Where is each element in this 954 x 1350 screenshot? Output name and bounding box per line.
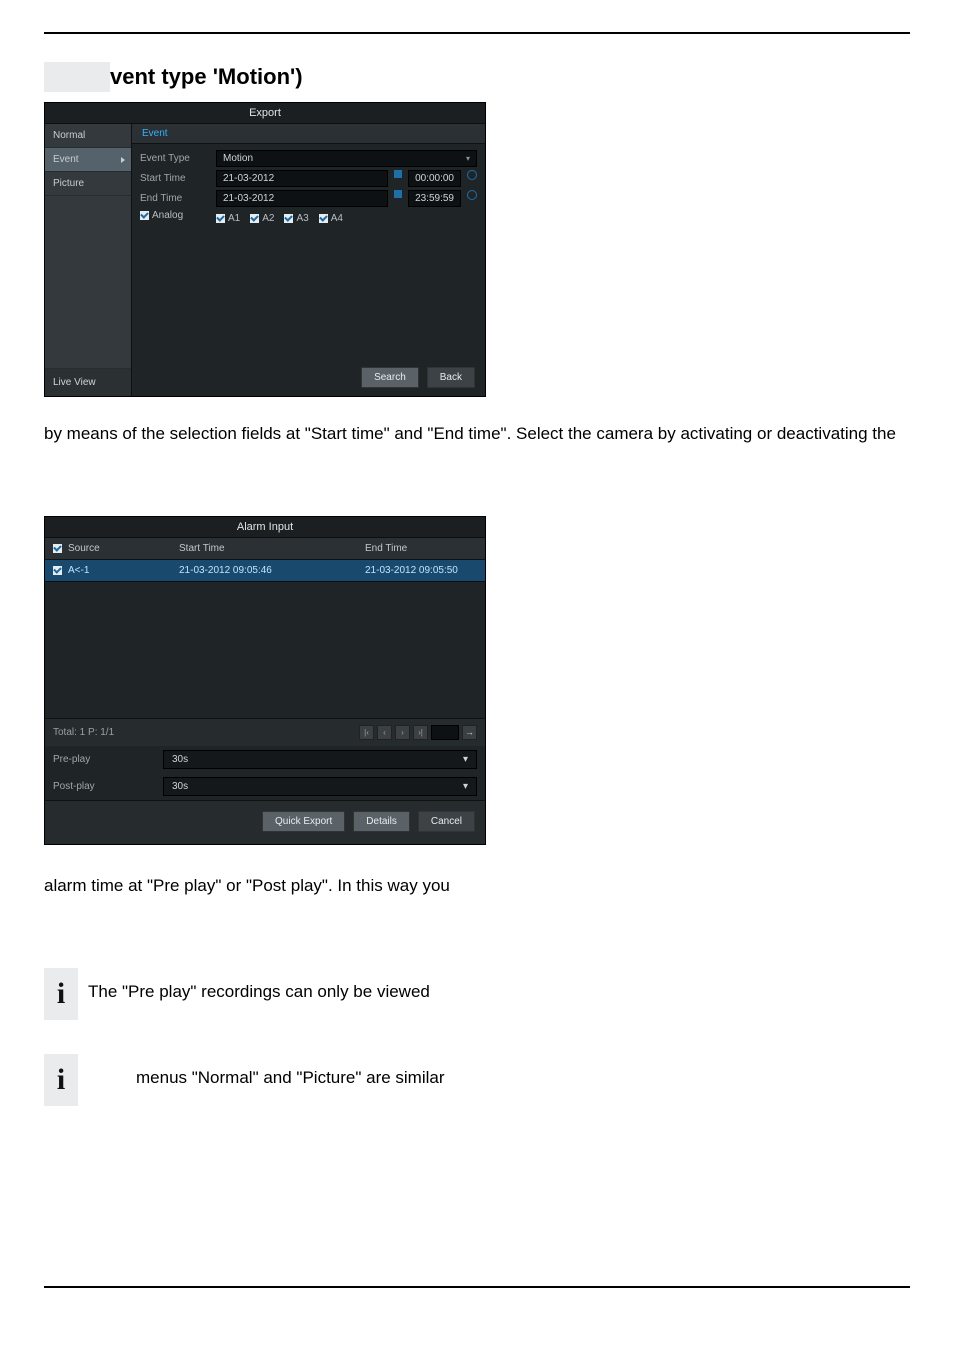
input-end-time[interactable]: 23:59:59 xyxy=(408,190,461,207)
checkbox-select-all[interactable] xyxy=(53,544,62,553)
start-date-value: 21-03-2012 xyxy=(223,173,274,184)
pager-last[interactable]: ›| xyxy=(413,725,428,740)
alarm-window-title: Alarm Input xyxy=(45,517,485,538)
pager-page-input[interactable] xyxy=(431,725,459,740)
info-icon: i xyxy=(44,968,78,1020)
checkbox-a3[interactable]: A3 xyxy=(284,213,308,224)
export-window-title: Export xyxy=(45,103,485,124)
select-event-type-value: Motion xyxy=(223,153,253,164)
pager: |‹ ‹ › ›| → xyxy=(359,725,477,740)
details-button[interactable]: Details xyxy=(353,811,410,832)
select-post-play[interactable]: 30s ▾ xyxy=(163,777,477,796)
export-sidebar: Normal Event Picture Live View xyxy=(45,124,132,396)
body-text-1: by means of the selection fields at "Sta… xyxy=(44,423,910,446)
alarm-table-header: Source Start Time End Time xyxy=(45,538,485,560)
pager-next[interactable]: › xyxy=(395,725,410,740)
label-post-play: Post-play xyxy=(53,781,163,792)
cell-end-time: 21-03-2012 09:05:50 xyxy=(357,560,485,581)
clock-icon[interactable] xyxy=(467,190,477,200)
label-end-time: End Time xyxy=(140,193,210,204)
cell-start-time: 21-03-2012 09:05:46 xyxy=(171,560,357,581)
export-tabrow: Event xyxy=(132,124,485,144)
heading-grey-swatch xyxy=(44,62,110,92)
body-text-2: alarm time at "Pre play" or "Post play".… xyxy=(44,875,910,898)
checkbox-a4[interactable]: A4 xyxy=(319,213,343,224)
col-end-time: End Time xyxy=(357,538,485,559)
info-icon: i xyxy=(44,1054,78,1106)
post-play-value: 30s xyxy=(172,781,188,792)
info-note-1-text: The "Pre play" recordings can only be vi… xyxy=(88,968,430,1002)
end-date-value: 21-03-2012 xyxy=(223,193,274,204)
label-event-type: Event Type xyxy=(140,153,210,164)
quick-export-button[interactable]: Quick Export xyxy=(262,811,345,832)
back-button[interactable]: Back xyxy=(427,367,475,388)
select-event-type[interactable]: Motion ▾ xyxy=(216,150,477,167)
col-source: Source xyxy=(68,543,100,554)
heading-text: vent type 'Motion') xyxy=(110,62,303,90)
heading-row: vent type 'Motion') xyxy=(44,62,910,92)
calendar-icon[interactable] xyxy=(394,190,402,198)
label-start-time: Start Time xyxy=(140,173,210,184)
select-pre-play[interactable]: 30s ▾ xyxy=(163,750,477,769)
info-note-1: i The "Pre play" recordings can only be … xyxy=(44,968,910,1020)
top-rule xyxy=(44,32,910,34)
info-note-2-text: menus "Normal" and "Picture" are similar xyxy=(88,1054,445,1088)
sidebar-item-normal[interactable]: Normal xyxy=(45,124,131,148)
tab-event[interactable]: Event xyxy=(132,124,178,143)
sidebar-item-picture[interactable]: Picture xyxy=(45,172,131,196)
info-note-2: i menus "Normal" and "Picture" are simil… xyxy=(44,1054,910,1106)
cancel-button[interactable]: Cancel xyxy=(418,811,475,832)
pre-play-value: 30s xyxy=(172,754,188,765)
label-analog: Analog xyxy=(152,210,183,221)
input-start-date[interactable]: 21-03-2012 xyxy=(216,170,388,187)
calendar-icon[interactable] xyxy=(394,170,402,178)
input-start-time[interactable]: 00:00:00 xyxy=(408,170,461,187)
alarm-table-row[interactable]: A<-1 21-03-2012 09:05:46 21-03-2012 09:0… xyxy=(45,560,485,582)
chevron-down-icon: ▾ xyxy=(463,754,468,765)
col-start-time: Start Time xyxy=(171,538,357,559)
label-pre-play: Pre-play xyxy=(53,754,163,765)
bottom-rule xyxy=(44,1286,910,1288)
alarm-total-text: Total: 1 P: 1/1 xyxy=(53,727,114,738)
chevron-down-icon: ▾ xyxy=(466,154,470,163)
sidebar-item-event[interactable]: Event xyxy=(45,148,131,172)
checkbox-a2[interactable]: A2 xyxy=(250,213,274,224)
clock-icon[interactable] xyxy=(467,170,477,180)
export-screenshot: Export Normal Event Picture Live View Ev… xyxy=(44,102,910,397)
checkbox-analog-all[interactable] xyxy=(140,211,149,220)
checkbox-a1[interactable]: A1 xyxy=(216,213,240,224)
alarm-screenshot: Alarm Input Source Start Time End Time A… xyxy=(44,516,486,845)
alarm-table-empty xyxy=(45,582,485,718)
pager-first[interactable]: |‹ xyxy=(359,725,374,740)
chevron-down-icon: ▾ xyxy=(463,781,468,792)
cell-source: A<-1 xyxy=(68,565,89,576)
pager-go-button[interactable]: → xyxy=(462,725,477,740)
input-end-date[interactable]: 21-03-2012 xyxy=(216,190,388,207)
pager-prev[interactable]: ‹ xyxy=(377,725,392,740)
search-button[interactable]: Search xyxy=(361,367,419,388)
end-time-value: 23:59:59 xyxy=(415,193,454,204)
start-time-value: 00:00:00 xyxy=(415,173,454,184)
checkbox-row[interactable] xyxy=(53,566,62,575)
export-form: Event Type Motion ▾ Start Time 21-03-201… xyxy=(132,144,485,235)
sidebar-item-live-view[interactable]: Live View xyxy=(45,368,131,396)
